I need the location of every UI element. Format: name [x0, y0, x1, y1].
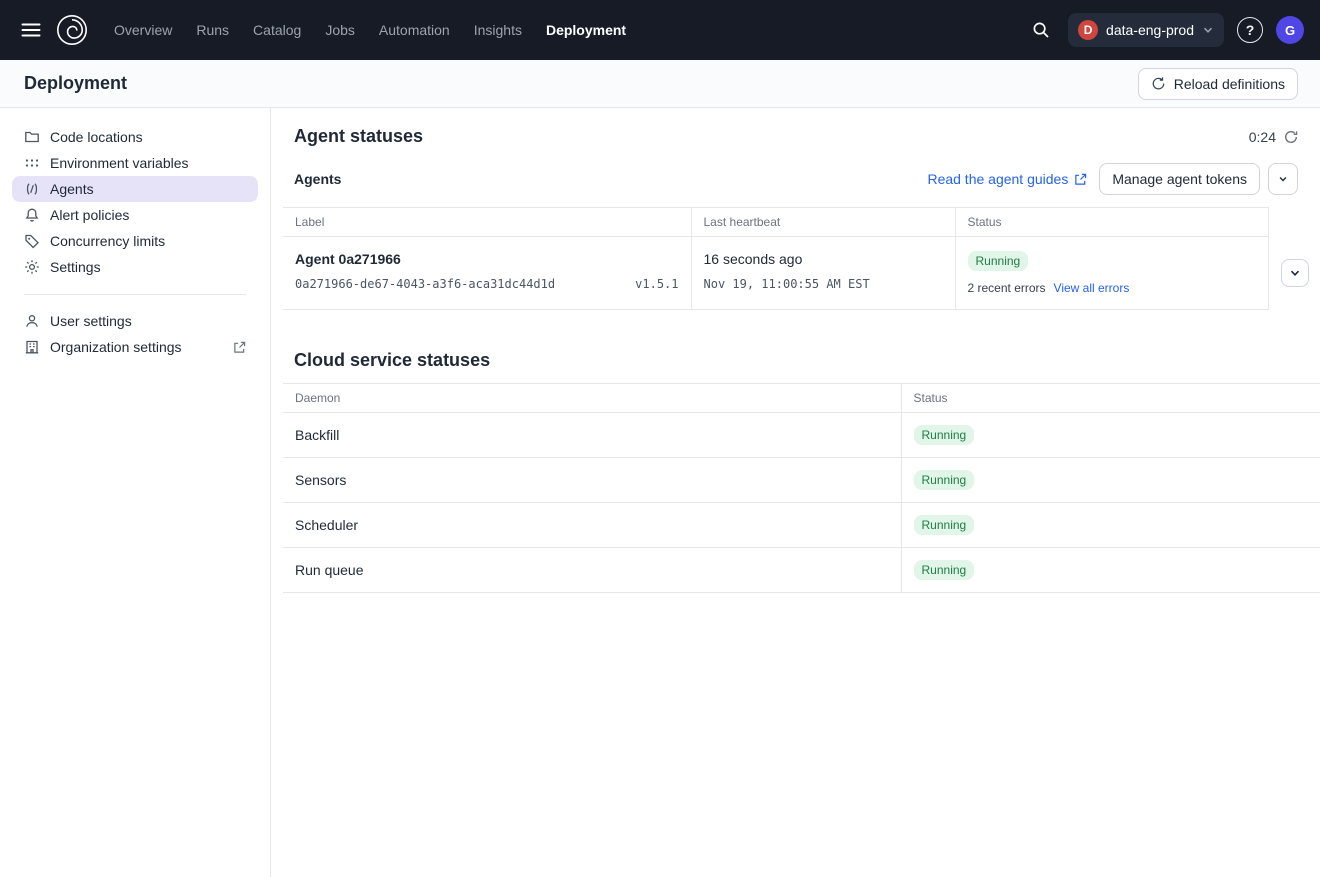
daemon-name: Scheduler — [283, 503, 901, 548]
sidebar-item-alert-policies[interactable]: Alert policies — [0, 202, 270, 228]
main-nav: Overview Runs Catalog Jobs Automation In… — [102, 0, 638, 60]
chevron-down-icon — [1202, 24, 1214, 36]
countdown-value: 0:24 — [1249, 129, 1276, 145]
column-header-status: Status — [955, 208, 1268, 237]
sidebar-item-label: Alert policies — [50, 207, 129, 223]
view-all-errors-link[interactable]: View all errors — [1054, 281, 1130, 295]
agent-row: Agent 0a271966 0a271966-de67-4043-a3f6-a… — [283, 237, 1320, 310]
sidebar-item-label: Code locations — [50, 129, 143, 145]
nav-item-automation[interactable]: Automation — [367, 0, 462, 60]
user-icon — [24, 313, 40, 329]
daemon-row: Run queue Running — [283, 548, 1320, 593]
deployment-badge: D — [1078, 20, 1098, 40]
topnav-right-controls: D data-eng-prod ? G — [1027, 13, 1304, 47]
search-icon[interactable] — [1027, 16, 1055, 44]
sidebar-item-label: Environment variables — [50, 155, 189, 171]
sidebar-item-code-locations[interactable]: Code locations — [0, 124, 270, 150]
variables-icon — [24, 155, 40, 171]
agent-name: Agent 0a271966 — [295, 251, 679, 267]
heartbeat-timestamp: Nov 19, 11:00:55 AM EST — [704, 277, 870, 291]
manage-agent-tokens-label: Manage agent tokens — [1112, 171, 1247, 187]
agent-version: v1.5.1 — [635, 277, 678, 291]
nav-item-insights[interactable]: Insights — [462, 0, 534, 60]
deployment-name: data-eng-prod — [1106, 22, 1194, 38]
agents-table: Label Last heartbeat Status Agent 0a2719… — [283, 207, 1320, 310]
nav-item-runs[interactable]: Runs — [184, 0, 241, 60]
agent-icon — [24, 181, 40, 197]
status-badge: Running — [914, 425, 975, 445]
daemon-row: Scheduler Running — [283, 503, 1320, 548]
daemon-row: Sensors Running — [283, 458, 1320, 503]
organization-icon — [24, 339, 40, 355]
cloud-service-statuses-title: Cloud service statuses — [294, 350, 1298, 371]
sidebar-item-organization-settings[interactable]: Organization settings — [0, 334, 270, 360]
status-badge: Running — [968, 251, 1029, 271]
nav-item-overview[interactable]: Overview — [102, 0, 184, 60]
agent-tokens-menu-button[interactable] — [1268, 163, 1298, 195]
external-link-icon — [233, 341, 246, 354]
menu-icon[interactable] — [16, 15, 46, 45]
sidebar-item-label: Concurrency limits — [50, 233, 165, 249]
column-header-heartbeat: Last heartbeat — [691, 208, 955, 237]
heartbeat-relative: 16 seconds ago — [704, 251, 943, 267]
daemon-row: Backfill Running — [283, 413, 1320, 458]
column-header-daemon: Daemon — [283, 384, 901, 413]
agents-subsection-label: Agents — [294, 171, 341, 187]
sidebar-item-settings[interactable]: Settings — [0, 254, 270, 280]
sidebar-item-label: Organization settings — [50, 339, 182, 355]
bell-icon — [24, 207, 40, 223]
column-header-status: Status — [901, 384, 1320, 413]
daemon-name: Run queue — [283, 548, 901, 593]
sidebar-item-environment-variables[interactable]: Environment variables — [0, 150, 270, 176]
top-navigation: Overview Runs Catalog Jobs Automation In… — [0, 0, 1320, 60]
cloud-services-table: Daemon Status Backfill Running Sensors R… — [283, 383, 1320, 593]
sidebar-item-user-settings[interactable]: User settings — [0, 308, 270, 334]
agent-id: 0a271966-de67-4043-a3f6-aca31dc44d1d — [295, 277, 555, 291]
folder-icon — [24, 129, 40, 145]
sidebar-item-agents[interactable]: Agents — [12, 176, 258, 202]
main-content: Agent statuses 0:24 Agents Read the agen… — [271, 108, 1320, 877]
column-header-label: Label — [283, 208, 691, 237]
nav-item-catalog[interactable]: Catalog — [241, 0, 313, 60]
external-link-icon — [1074, 173, 1087, 186]
refresh-countdown: 0:24 — [1249, 129, 1298, 145]
status-badge: Running — [914, 560, 975, 580]
sidebar-item-label: Agents — [50, 181, 94, 197]
recent-errors-text: 2 recent errors — [968, 281, 1046, 295]
help-icon[interactable]: ? — [1237, 17, 1263, 43]
nav-item-jobs[interactable]: Jobs — [313, 0, 367, 60]
reload-icon — [1151, 76, 1166, 91]
nav-item-deployment[interactable]: Deployment — [534, 0, 638, 60]
sidebar-item-label: User settings — [50, 313, 132, 329]
deployment-selector[interactable]: D data-eng-prod — [1068, 13, 1224, 47]
user-avatar[interactable]: G — [1276, 16, 1304, 44]
agent-guides-link-label: Read the agent guides — [927, 171, 1068, 187]
dagster-logo-icon[interactable] — [54, 12, 90, 48]
refresh-icon[interactable] — [1284, 130, 1298, 144]
gear-icon — [24, 259, 40, 275]
page-title: Deployment — [24, 73, 127, 94]
reload-definitions-label: Reload definitions — [1174, 76, 1285, 92]
sidebar-item-concurrency-limits[interactable]: Concurrency limits — [0, 228, 270, 254]
agent-guides-link[interactable]: Read the agent guides — [927, 171, 1087, 187]
status-badge: Running — [914, 470, 975, 490]
daemon-name: Backfill — [283, 413, 901, 458]
agent-statuses-title: Agent statuses — [294, 126, 423, 147]
tag-icon — [24, 233, 40, 249]
expand-agent-row-button[interactable] — [1281, 259, 1309, 287]
daemon-name: Sensors — [283, 458, 901, 503]
reload-definitions-button[interactable]: Reload definitions — [1138, 68, 1298, 100]
deployment-sidebar: Code locations Environment variables Age… — [0, 108, 271, 877]
page-header: Deployment Reload definitions — [0, 60, 1320, 108]
status-badge: Running — [914, 515, 975, 535]
sidebar-item-label: Settings — [50, 259, 101, 275]
manage-agent-tokens-button[interactable]: Manage agent tokens — [1099, 163, 1260, 195]
sidebar-divider — [24, 294, 246, 295]
